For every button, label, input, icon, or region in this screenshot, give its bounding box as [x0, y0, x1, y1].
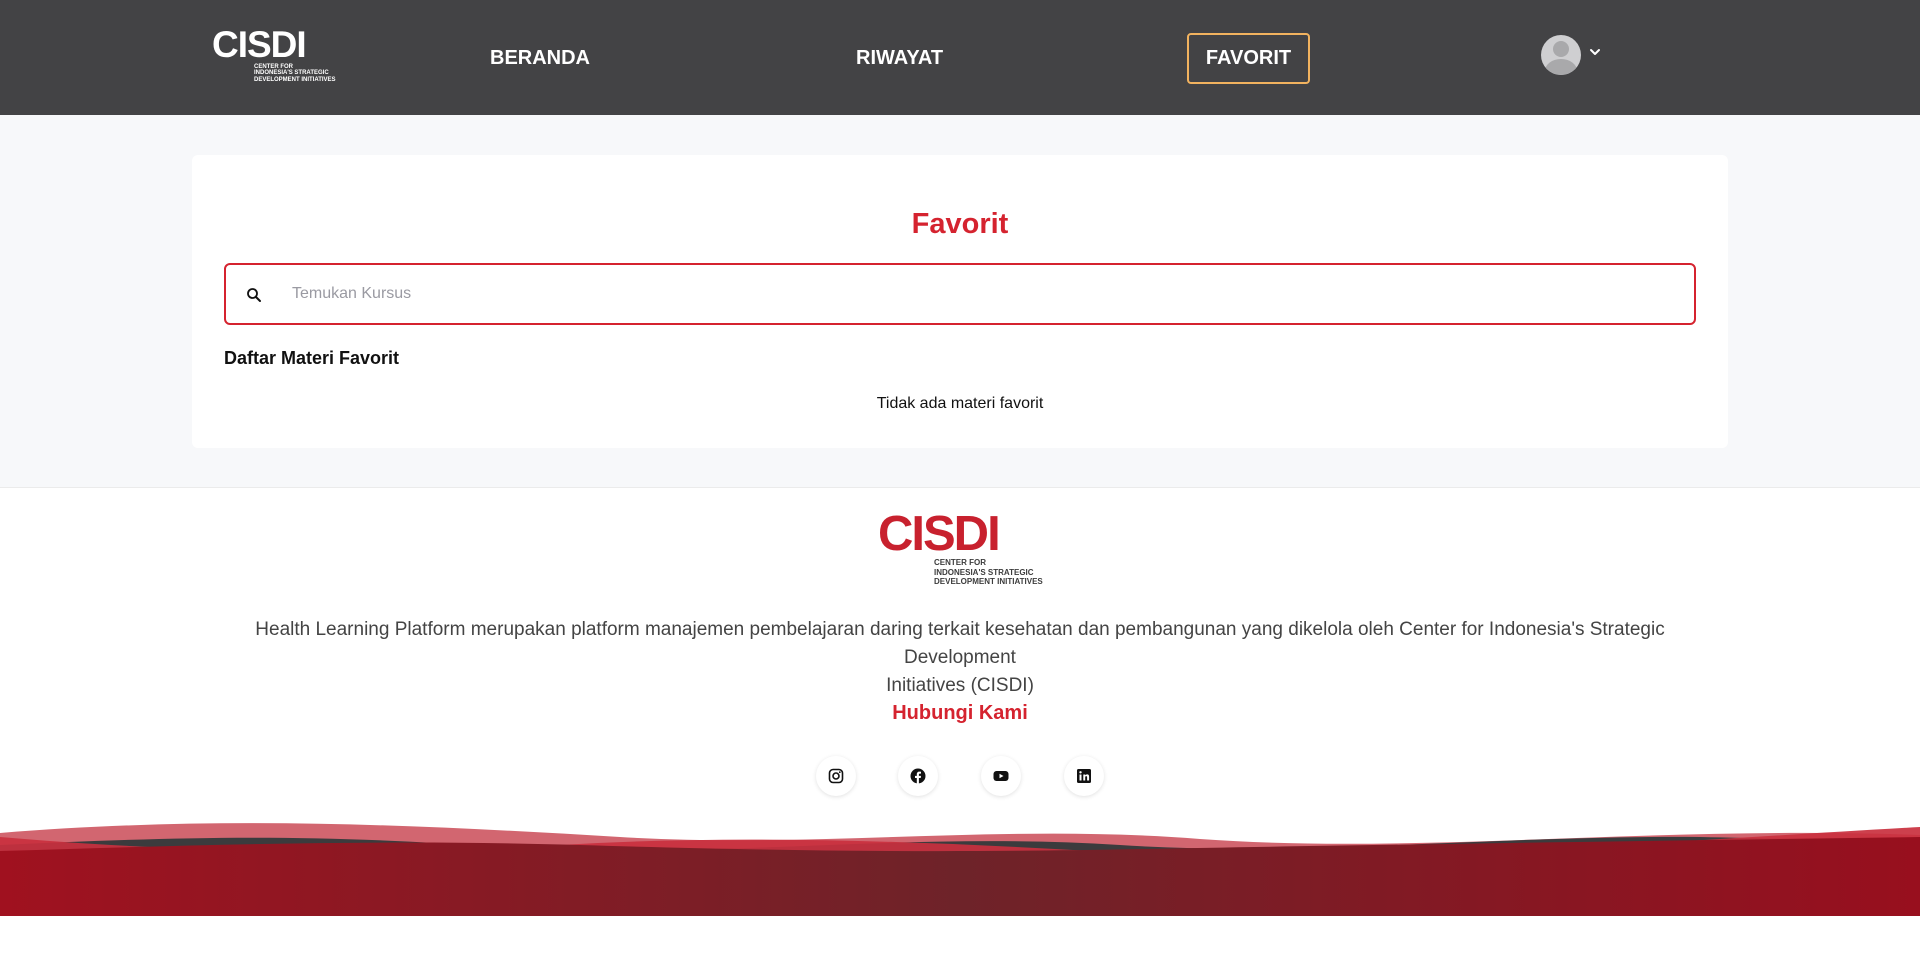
contact-title: Hubungi Kami — [892, 702, 1028, 724]
section-title: Daftar Materi Favorit — [224, 348, 400, 368]
cisdi-logo[interactable]: CISDI CENTER FOR INDONESIA'S STRATEGIC D… — [212, 24, 336, 86]
footer-logo-wordmark: CISDI — [878, 507, 1001, 561]
nav-favorit[interactable]: FAVORIT — [1187, 33, 1310, 84]
youtube-icon — [993, 771, 1009, 781]
facebook-link[interactable] — [898, 756, 938, 796]
footer-logo-subtitle: CENTER FOR INDONESIA'S STRATEGIC DEVELOP… — [934, 558, 1043, 586]
logo-wordmark: CISDI — [212, 24, 307, 65]
empty-state-message: Tidak ada materi favorit — [876, 395, 1044, 412]
nav-beranda[interactable]: BERANDA — [490, 33, 590, 83]
nav-riwayat[interactable]: RIWAYAT — [856, 33, 943, 83]
page-title: Favorit — [911, 208, 1009, 240]
page-bottom-space — [0, 916, 1920, 975]
chevron-down-icon — [1590, 49, 1600, 55]
facebook-icon — [910, 768, 926, 784]
linkedin-link[interactable] — [1064, 756, 1104, 796]
youtube-link[interactable] — [981, 756, 1021, 796]
instagram-icon — [828, 768, 844, 784]
search-icon — [247, 288, 261, 302]
user-menu-button[interactable] — [1541, 35, 1605, 77]
user-avatar-icon — [1541, 35, 1581, 75]
decorative-footer-wave — [0, 823, 1920, 916]
footer-description: Health Learning Platform merupakan platf… — [255, 619, 1665, 696]
instagram-link[interactable] — [816, 756, 856, 796]
logo-subtitle: CENTER FOR INDONESIA'S STRATEGIC DEVELOP… — [254, 64, 336, 83]
search-input[interactable] — [292, 280, 1672, 308]
footer-cisdi-logo: CISDI CENTER FOR INDONESIA'S STRATEGIC D… — [878, 507, 1046, 594]
search-box[interactable] — [224, 263, 1696, 325]
linkedin-icon — [1077, 769, 1091, 783]
favorites-card: Favorit Daftar Materi Favorit Tidak ada … — [192, 155, 1728, 448]
top-navigation-bar: CISDI CENTER FOR INDONESIA'S STRATEGIC D… — [0, 0, 1920, 115]
